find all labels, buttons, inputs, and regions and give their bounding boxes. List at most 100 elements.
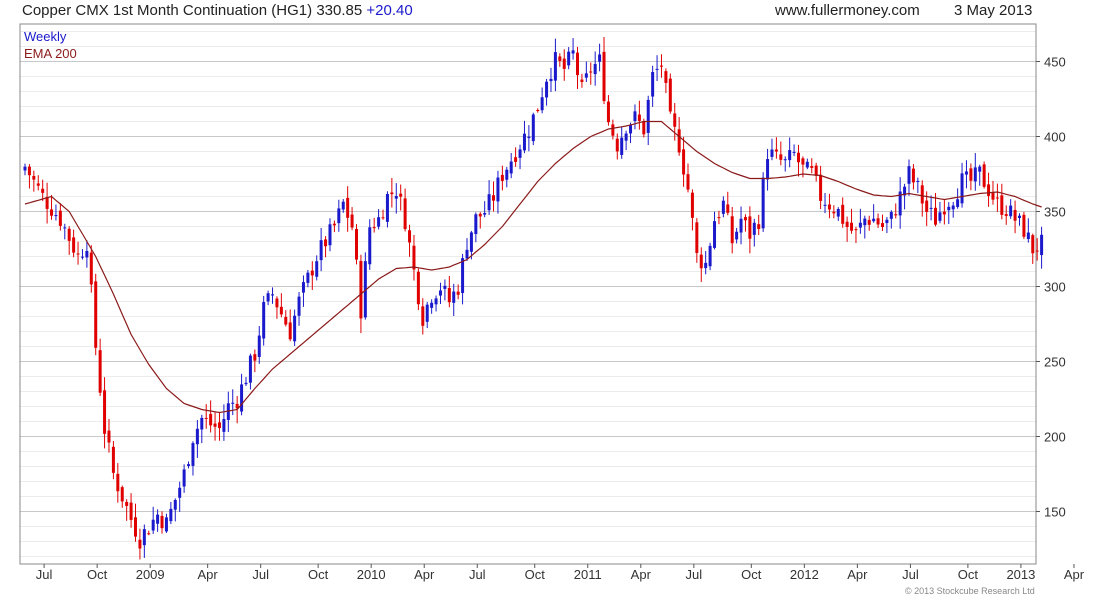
- candle-body: [969, 168, 973, 181]
- candle-body: [717, 217, 721, 219]
- candle-body: [1022, 214, 1026, 237]
- candle-body: [107, 430, 111, 443]
- candle-body: [947, 206, 951, 211]
- candle-body: [558, 56, 562, 61]
- candle-body: [668, 78, 672, 112]
- candle-body: [1026, 232, 1030, 240]
- candle-body: [1000, 195, 1004, 215]
- candle-body: [178, 487, 182, 498]
- y-tick-label: 450: [1044, 55, 1066, 70]
- candle-body: [514, 157, 518, 162]
- candle-body: [80, 256, 84, 258]
- candle-body: [655, 68, 659, 70]
- grid-lines: [20, 31, 1036, 557]
- candle-body: [195, 428, 199, 445]
- candle-body: [730, 216, 734, 244]
- candle-body: [805, 161, 809, 168]
- y-tick-label: 150: [1044, 505, 1066, 520]
- x-tick-label: 2009: [136, 567, 165, 582]
- candle-body: [253, 354, 257, 361]
- candle-body: [615, 138, 619, 152]
- candle-body: [310, 270, 314, 276]
- candle-body: [147, 533, 151, 535]
- candle-body: [713, 221, 717, 248]
- candle-body: [606, 101, 610, 123]
- x-tick-label: Apr: [631, 567, 652, 582]
- candle-body: [465, 249, 469, 259]
- candle-body: [752, 222, 756, 235]
- candle-body: [854, 229, 858, 231]
- candle-body: [372, 227, 376, 229]
- candle-body: [32, 175, 36, 180]
- candle-body: [408, 230, 412, 243]
- plot-frame: [19, 23, 1037, 565]
- candle-body: [248, 355, 252, 383]
- candle-body: [872, 218, 876, 222]
- candle-body: [814, 165, 818, 176]
- candle-body: [213, 423, 217, 427]
- candle-body: [134, 517, 137, 537]
- candle-body: [319, 240, 323, 261]
- candle-body: [76, 253, 80, 255]
- candle-body: [142, 529, 146, 546]
- candle-body: [907, 166, 911, 184]
- candle-body: [562, 58, 566, 69]
- candle-body: [522, 133, 526, 151]
- ema-200-line: [24, 120, 1042, 414]
- candle-body: [27, 166, 31, 176]
- candle-body: [41, 188, 45, 193]
- candle-body: [880, 223, 884, 227]
- candle-body: [350, 214, 354, 228]
- candle-body: [792, 151, 796, 153]
- candle-body: [832, 211, 836, 214]
- candle-body: [368, 227, 372, 265]
- candle-body: [690, 192, 694, 218]
- candle-body: [934, 207, 938, 225]
- candle-body: [743, 217, 747, 221]
- x-tick-label: 2012: [790, 567, 819, 582]
- candle-body: [708, 245, 712, 267]
- candle-body: [920, 185, 924, 204]
- candle-body: [483, 212, 487, 215]
- candle-body: [536, 110, 540, 112]
- candle-body: [160, 515, 164, 529]
- axes: Jul Oct 2009 Apr Jul Oct 2010 Apr Jul Oct 2011 Apr J…: [36, 55, 1085, 583]
- candle-body: [381, 217, 385, 219]
- candle-body: [589, 71, 593, 73]
- x-tick-label: Apr: [1064, 567, 1085, 582]
- candle-body: [151, 519, 155, 531]
- candle-body: [659, 65, 663, 67]
- candle-body: [111, 446, 115, 473]
- candle-body: [116, 473, 120, 492]
- candle-body: [726, 204, 730, 213]
- candle-body: [677, 129, 681, 153]
- candle-body: [425, 304, 429, 322]
- candle-body: [191, 443, 195, 466]
- candle-body: [721, 200, 725, 214]
- candle-body: [58, 210, 62, 226]
- candle-body: [995, 197, 999, 199]
- candle-body: [346, 197, 350, 218]
- candle-body: [1004, 214, 1008, 216]
- candle-body: [443, 285, 447, 289]
- candle-body: [929, 207, 933, 209]
- candle-body: [1031, 235, 1035, 254]
- candle-body: [549, 78, 553, 82]
- candle-body: [377, 217, 381, 227]
- candle-body: [461, 258, 465, 294]
- x-tick-label: Jul: [469, 567, 486, 582]
- y-tick-label: 350: [1044, 205, 1066, 220]
- candle-body: [863, 218, 867, 226]
- candle-body: [306, 272, 310, 283]
- candle-body: [478, 213, 482, 217]
- candle-body: [682, 149, 686, 175]
- candle-body: [527, 136, 531, 139]
- candle-body: [629, 125, 633, 134]
- candle-body: [518, 149, 522, 158]
- candle-body: [496, 177, 500, 202]
- x-tick-label: Jul: [686, 567, 703, 582]
- candle-body: [394, 195, 398, 199]
- candle-body: [580, 79, 584, 83]
- candle-body: [63, 227, 67, 229]
- candle-body: [45, 196, 49, 209]
